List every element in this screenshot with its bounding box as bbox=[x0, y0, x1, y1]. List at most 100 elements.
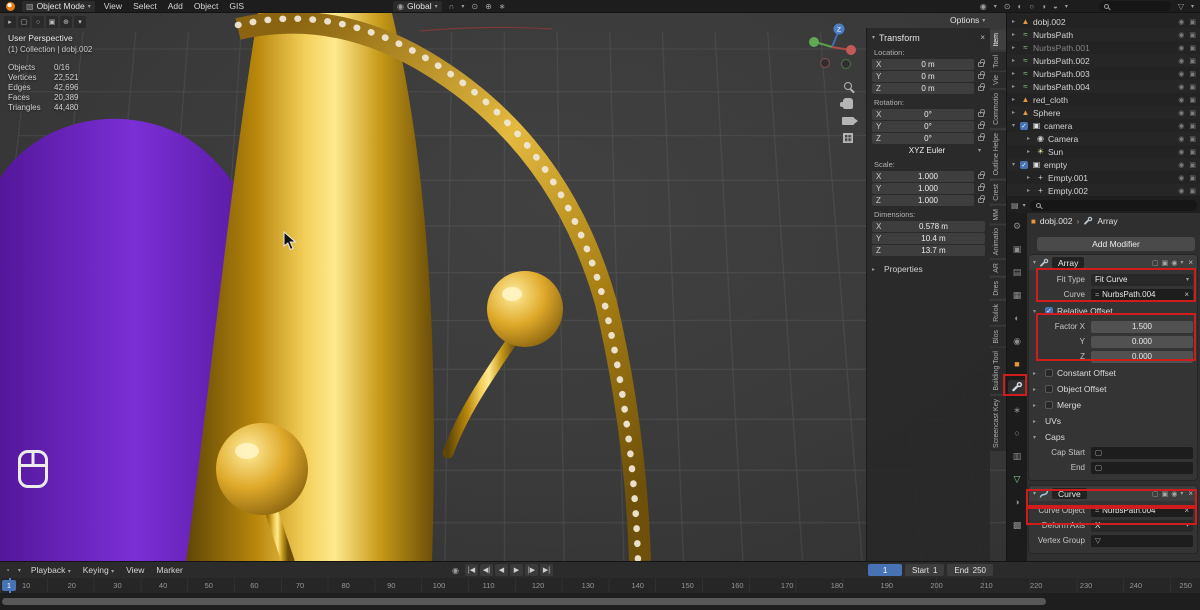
menu-keying[interactable]: Keying ▾ bbox=[81, 565, 116, 575]
location-x-field[interactable]: X 0 m bbox=[872, 59, 974, 70]
disable-render-icon[interactable]: ▣ bbox=[1189, 18, 1196, 26]
expand-icon[interactable]: ▸ bbox=[1012, 31, 1020, 38]
outliner-row-camera[interactable]: ▸ ◉ Camera ◉ ▣ bbox=[1007, 132, 1200, 145]
lock-icon[interactable] bbox=[978, 171, 985, 179]
tool-tab-icon[interactable]: ⚙ bbox=[1008, 219, 1026, 233]
timeline-editor-icon[interactable]: ◔ bbox=[5, 566, 10, 575]
disable-render-icon[interactable]: ▣ bbox=[1189, 96, 1196, 104]
expand-icon[interactable]: ▸ bbox=[1012, 96, 1020, 103]
constant-offset-checkbox[interactable] bbox=[1045, 369, 1053, 377]
disable-render-icon[interactable]: ▣ bbox=[1189, 57, 1196, 65]
extras-menu-icon[interactable]: ▾ bbox=[1180, 259, 1183, 266]
relative-offset-checkbox[interactable]: ✓ bbox=[1045, 307, 1053, 315]
hide-viewport-icon[interactable]: ◉ bbox=[1178, 135, 1184, 143]
cursor-tool-button[interactable]: ⊕ bbox=[60, 16, 72, 28]
auto-key-record-icon[interactable]: ◉ bbox=[452, 566, 459, 575]
fit-type-dropdown[interactable]: Fit Curve ▾ bbox=[1091, 273, 1193, 286]
shading-solid-icon[interactable]: ◑ bbox=[1041, 2, 1046, 11]
lock-icon[interactable] bbox=[978, 133, 985, 141]
breadcrumb-object[interactable]: dobj.002 bbox=[1040, 216, 1073, 226]
current-frame-field[interactable]: 1 bbox=[868, 564, 903, 576]
object-offset-section[interactable]: ▸ Object Offset bbox=[1033, 383, 1193, 395]
merge-section[interactable]: ▸ Merge bbox=[1033, 399, 1193, 411]
outliner-row-empty001[interactable]: ▸ + Empty.001 ◉ ▣ bbox=[1007, 171, 1200, 184]
factor-x-field[interactable]: 1.500 bbox=[1091, 320, 1193, 333]
output-tab-icon[interactable]: ▤ bbox=[1008, 265, 1026, 279]
modifiers-tab-icon[interactable] bbox=[1008, 380, 1026, 394]
collapse-icon[interactable]: ▾ bbox=[1012, 122, 1020, 129]
dimensions-x-field[interactable]: X 0.578 m bbox=[872, 221, 985, 232]
outliner-row-camera-collection[interactable]: ▾ ✓ ▣ camera ◉ ▣ bbox=[1007, 119, 1200, 132]
expand-icon[interactable]: ▸ bbox=[1012, 83, 1020, 90]
rotation-x-field[interactable]: X 0° bbox=[872, 109, 974, 120]
outliner-row-red-cloth[interactable]: ▸ ▲ red_cloth ◉ ▣ bbox=[1007, 93, 1200, 106]
navigation-gizmo[interactable]: Z bbox=[806, 20, 858, 72]
array-modifier-header[interactable]: ▾ Array ▢ ▣ ◉ ▾ × bbox=[1029, 255, 1197, 270]
disable-render-icon[interactable]: ▣ bbox=[1189, 135, 1196, 143]
jump-to-start-button[interactable]: |◀ bbox=[464, 564, 478, 576]
object-offset-checkbox[interactable] bbox=[1045, 385, 1053, 393]
outliner-row-nurbspath003[interactable]: ▸ ≈ NurbsPath.003 ◉ ▣ bbox=[1007, 67, 1200, 80]
shading-wireframe-icon[interactable]: ○ bbox=[1029, 2, 1034, 11]
constraints-tab-icon[interactable]: ▥ bbox=[1008, 449, 1026, 463]
select-lasso-tool-button[interactable]: ▣ bbox=[46, 16, 58, 28]
start-frame-field[interactable]: Start 1 bbox=[905, 564, 945, 576]
camera-view-icon[interactable] bbox=[842, 117, 858, 125]
menu-select[interactable]: Select bbox=[131, 1, 159, 11]
cap-end-picker[interactable]: ▢ bbox=[1091, 461, 1193, 474]
expand-icon[interactable]: ▸ bbox=[1012, 70, 1020, 77]
lock-icon[interactable] bbox=[978, 183, 985, 191]
timeline-scrollbar-handle[interactable] bbox=[2, 598, 1046, 605]
play-button[interactable]: ▶ bbox=[509, 564, 523, 576]
sidebar-tab-item[interactable]: Item bbox=[990, 30, 1006, 50]
expand-icon[interactable]: ▸ bbox=[1012, 109, 1020, 116]
select-circle-tool-button[interactable]: ○ bbox=[32, 16, 44, 28]
menu-timeline-view[interactable]: View bbox=[124, 565, 146, 575]
material-tab-icon[interactable]: ◑ bbox=[1008, 495, 1026, 509]
expand-icon[interactable]: ▸ bbox=[1027, 135, 1035, 142]
curve-modifier-header[interactable]: ▾ Curve ▢ ▣ ◉ ▾ × bbox=[1029, 486, 1197, 501]
disable-render-icon[interactable]: ▣ bbox=[1189, 122, 1196, 130]
orthographic-grid-icon[interactable] bbox=[843, 133, 853, 143]
add-modifier-button[interactable]: Add Modifier bbox=[1037, 237, 1195, 251]
scale-y-field[interactable]: Y 1.000 bbox=[872, 183, 974, 194]
curve-object-picker[interactable]: ≈ NurbsPath.004 × bbox=[1091, 504, 1193, 517]
zoom-icon[interactable] bbox=[844, 82, 852, 90]
hide-viewport-icon[interactable]: ◉ bbox=[1178, 70, 1184, 78]
outliner-row-nurbspath[interactable]: ▸ ≈ NurbsPath ◉ ▣ bbox=[1007, 28, 1200, 41]
end-frame-field[interactable]: End 250 bbox=[947, 564, 993, 576]
sidebar-tab-ar[interactable]: AR bbox=[990, 260, 1006, 277]
outliner-row-nurbspath002[interactable]: ▸ ≈ NurbsPath.002 ◉ ▣ bbox=[1007, 54, 1200, 67]
hide-viewport-icon[interactable]: ◉ bbox=[1178, 31, 1184, 39]
sidebar-tab-crest[interactable]: Crest bbox=[990, 180, 1006, 204]
hide-viewport-icon[interactable]: ◉ bbox=[1178, 18, 1184, 26]
relative-offset-section[interactable]: ▾ ✓ Relative Offset bbox=[1033, 305, 1193, 317]
rotation-mode-dropdown[interactable]: XYZ Euler ▾ bbox=[872, 145, 985, 156]
shading-rendered-icon[interactable]: ◒ bbox=[1053, 2, 1058, 11]
options-extra-icon[interactable]: ∗ bbox=[499, 2, 506, 11]
disable-render-icon[interactable]: ▣ bbox=[1189, 109, 1196, 117]
blender-logo-icon[interactable] bbox=[6, 1, 15, 11]
pan-hand-icon[interactable] bbox=[840, 98, 853, 109]
outliner-row-empty002[interactable]: ▸ + Empty.002 ◉ ▣ bbox=[1007, 184, 1200, 196]
sidebar-tab-tool[interactable]: Tool bbox=[990, 51, 1006, 71]
sidebar-tab-screencast-key[interactable]: Screencast Key bbox=[990, 396, 1006, 452]
particles-tab-icon[interactable]: ∗ bbox=[1008, 403, 1026, 417]
tweak-tool-button[interactable]: ▸ bbox=[4, 16, 16, 28]
lock-icon[interactable] bbox=[978, 121, 985, 129]
object-data-tab-icon[interactable]: ▽ bbox=[1008, 472, 1026, 486]
physics-tab-icon[interactable]: ○ bbox=[1008, 426, 1026, 440]
menu-object[interactable]: Object bbox=[192, 1, 221, 11]
hide-viewport-icon[interactable]: ◉ bbox=[1178, 57, 1184, 65]
hide-viewport-icon[interactable]: ◉ bbox=[1178, 161, 1184, 169]
sidebar-tab-rulok[interactable]: Rulok bbox=[990, 300, 1006, 325]
expand-icon[interactable]: ▸ bbox=[1027, 187, 1035, 194]
sidebar-tab-building-tool[interactable]: Building Tool bbox=[990, 348, 1006, 395]
prev-keyframe-button[interactable]: ◀| bbox=[479, 564, 493, 576]
timeline-ruler[interactable]: 10 20 30 40 50 60 70 80 90 100 110 120 130 140 150 160 1… bbox=[0, 578, 1200, 593]
lock-icon[interactable] bbox=[978, 71, 985, 79]
sidebar-tab-commotio[interactable]: Commotio bbox=[990, 90, 1006, 129]
disable-render-icon[interactable]: ▣ bbox=[1189, 174, 1196, 182]
sidebar-tab-dres[interactable]: Dres bbox=[990, 278, 1006, 299]
clear-icon[interactable]: × bbox=[1184, 290, 1189, 299]
